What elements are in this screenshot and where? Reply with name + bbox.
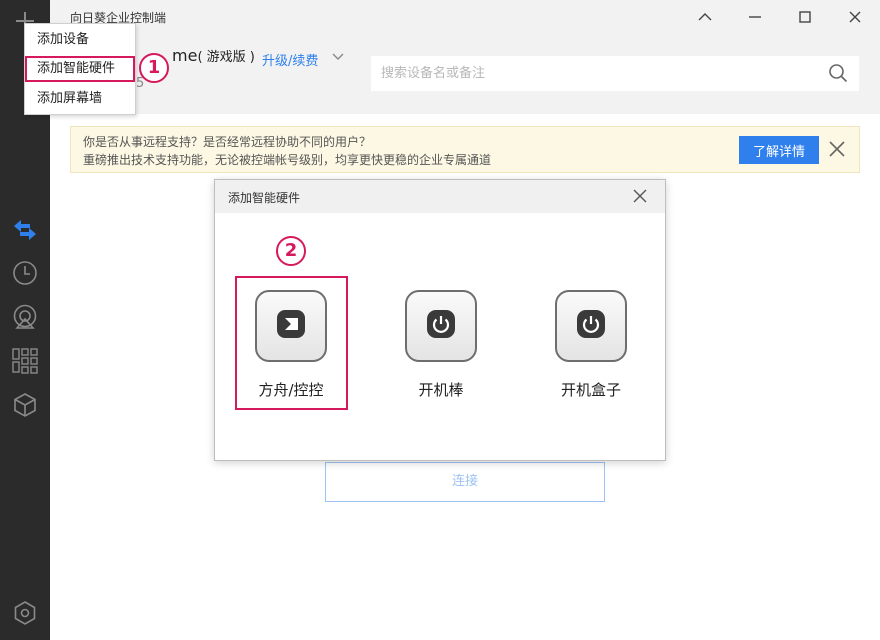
edition-label: ( 游戏版 ) [197, 50, 255, 65]
cube-icon[interactable] [12, 392, 38, 418]
close-icon[interactable] [844, 6, 866, 28]
account-header: me( 游戏版 ) 升级/续费 5 [50, 34, 880, 114]
minimize-icon[interactable] [744, 6, 766, 28]
hw-label-fangzhou: 方舟/控控 [258, 381, 324, 399]
banner-line-1: 你是否从事远程支持？是否经常远程协助不同的用户？ [83, 135, 372, 149]
step-marker-2: 2 [276, 236, 306, 266]
dialog-header: 添加智能硬件 [215, 180, 665, 213]
add-smart-hardware-dialog: 添加智能硬件 2 方舟/控控 开机棒 开机盒子 [214, 179, 666, 461]
dialog-title: 添加智能硬件 [228, 191, 301, 205]
hw-item-fangzhou[interactable] [255, 290, 327, 362]
settings-hex-icon[interactable] [13, 600, 37, 630]
add-menu: 添加设备 添加智能硬件 添加屏幕墙 [24, 23, 136, 115]
title-bar: 向日葵企业控制端 [50, 0, 880, 34]
menu-item-add-device[interactable]: 添加设备 [25, 27, 135, 53]
apps-icon[interactable] [12, 348, 38, 374]
banner-close-icon[interactable] [829, 141, 845, 161]
user-name[interactable]: me( 游戏版 ) [172, 46, 255, 65]
chevron-up-icon[interactable] [694, 6, 716, 28]
maximize-icon[interactable] [794, 6, 816, 28]
banner-line-2: 重磅推出技术支持功能，无论被控端帐号级别，均享更快更稳的企业专属通道 [83, 153, 492, 167]
history-icon[interactable] [12, 260, 38, 286]
hw-label-power-stick: 开机棒 [418, 381, 464, 399]
hw-label-power-box: 开机盒子 [560, 381, 621, 399]
connect-button[interactable]: 连接 [325, 462, 605, 502]
remote-control-icon[interactable] [12, 217, 38, 243]
dialog-close-icon[interactable] [633, 189, 647, 207]
power-icon [426, 309, 456, 343]
search-icon[interactable] [828, 63, 848, 87]
hw-item-power-box[interactable] [555, 290, 627, 362]
power-icon [576, 309, 606, 343]
screen-wall-icon[interactable] [12, 304, 38, 330]
search-input[interactable] [371, 56, 859, 91]
menu-item-add-screen-wall[interactable]: 添加屏幕墙 [25, 86, 135, 112]
hw-item-power-stick[interactable] [405, 290, 477, 362]
fangzhou-device-icon [276, 309, 306, 343]
upgrade-link[interactable]: 升级/续费 [262, 50, 318, 69]
menu-item-add-smart-hardware[interactable]: 添加智能硬件 [25, 56, 135, 82]
promo-banner: 你是否从事远程支持？是否经常远程协助不同的用户？ 重磅推出技术支持功能，无论被控… [70, 126, 860, 173]
step-marker-1: 1 [139, 53, 169, 83]
learn-more-button[interactable]: 了解详情 [739, 136, 819, 164]
chevron-down-icon[interactable] [332, 50, 344, 65]
